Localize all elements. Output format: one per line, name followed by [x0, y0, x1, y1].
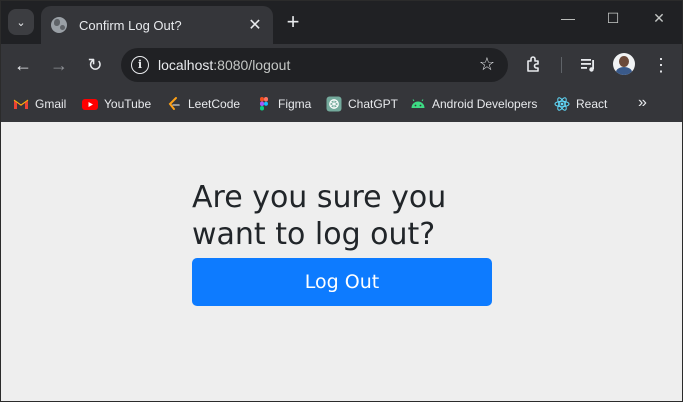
- bookmark-label: YouTube: [104, 97, 152, 111]
- back-button[interactable]: ←: [11, 53, 35, 77]
- maximize-button[interactable]: ☐: [603, 10, 623, 27]
- bookmark-label: ChatGPT: [348, 97, 399, 111]
- page-title: Are you sure you want to log out?: [192, 180, 447, 252]
- forward-button[interactable]: →: [47, 53, 71, 77]
- url-host: localhost: [158, 57, 214, 73]
- new-tab-button[interactable]: +: [283, 9, 303, 35]
- bookmark-react[interactable]: React: [554, 95, 607, 113]
- react-icon: [554, 97, 570, 111]
- bookmark-label: Android Developers: [432, 97, 538, 111]
- close-icon[interactable]: ✕: [247, 15, 263, 35]
- address-bar[interactable]: i localhost:8080/logout ☆: [121, 48, 508, 82]
- address-url[interactable]: localhost:8080/logout: [158, 57, 290, 73]
- tab-title: Confirm Log Out?: [79, 17, 182, 33]
- gmail-icon: [13, 99, 29, 109]
- bookmark-figma[interactable]: Figma: [256, 95, 311, 113]
- extensions-puzzle-icon[interactable]: [525, 55, 543, 73]
- bookmark-label: Gmail: [35, 97, 67, 111]
- bookmarks-overflow-button[interactable]: »: [638, 94, 647, 112]
- media-control-icon[interactable]: [579, 56, 597, 74]
- leetcode-icon: [168, 97, 180, 110]
- bookmark-gmail[interactable]: Gmail: [13, 95, 66, 113]
- window-close-button[interactable]: ✕: [649, 10, 669, 27]
- android-icon: [411, 99, 425, 108]
- logout-button[interactable]: Log Out: [192, 258, 492, 306]
- chevron-down-icon: ⌄: [16, 16, 26, 29]
- site-info-icon[interactable]: i: [131, 56, 149, 74]
- tab-search-button[interactable]: ⌄: [8, 9, 34, 35]
- bookmark-label: Figma: [278, 97, 312, 111]
- url-path: :8080/logout: [213, 57, 291, 73]
- more-menu-icon[interactable]: ⋮: [652, 53, 670, 77]
- bookmark-label: React: [576, 97, 608, 111]
- bookmarks-bar: Gmail YouTube LeetCode Figma ChatGPT And…: [0, 86, 683, 122]
- bookmark-label: LeetCode: [188, 97, 241, 111]
- toolbar-separator: [561, 57, 562, 73]
- globe-icon: [51, 17, 67, 33]
- bookmark-youtube[interactable]: YouTube: [82, 95, 151, 113]
- bookmark-chatgpt[interactable]: ChatGPT: [326, 95, 398, 113]
- youtube-icon: [82, 99, 98, 110]
- profile-avatar[interactable]: [613, 53, 635, 75]
- figma-icon: [260, 97, 268, 111]
- chatgpt-icon: [326, 96, 342, 112]
- browser-chrome: ⌄ Confirm Log Out? ✕ + — ☐ ✕ ← → ↻ i loc…: [0, 0, 683, 122]
- bookmark-android-developers[interactable]: Android Developers: [410, 95, 537, 113]
- minimize-button[interactable]: —: [558, 10, 578, 26]
- bookmark-star-icon[interactable]: ☆: [479, 54, 495, 75]
- browser-toolbar: ← → ↻ i localhost:8080/logout ☆ ⋮: [0, 44, 683, 86]
- tab-confirm-logout[interactable]: Confirm Log Out? ✕: [41, 6, 273, 44]
- reload-button[interactable]: ↻: [83, 53, 107, 77]
- tab-strip: ⌄ Confirm Log Out? ✕ + — ☐ ✕: [0, 0, 683, 44]
- bookmark-leetcode[interactable]: LeetCode: [166, 95, 240, 113]
- page-content: Are you sure you want to log out? Log Ou…: [0, 122, 683, 402]
